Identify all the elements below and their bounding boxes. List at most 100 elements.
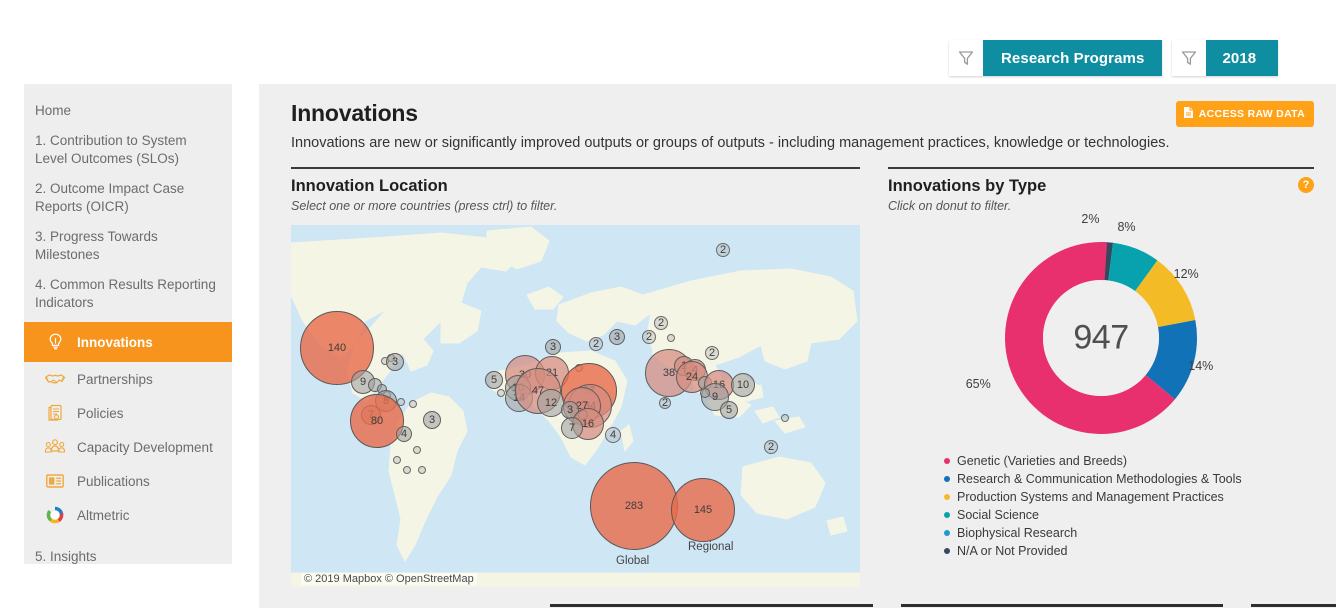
map-bubble-label: 2 bbox=[658, 318, 664, 329]
map-bubble[interactable]: 2 bbox=[705, 346, 719, 360]
sidebar-item-oicr[interactable]: 2. Outcome Impact Case Reports (OICR) bbox=[24, 174, 232, 222]
dashboard-page: Research Programs 2018 Home 1. Contribut… bbox=[0, 0, 1336, 608]
map-bubble[interactable] bbox=[781, 414, 789, 422]
legend-color-dot bbox=[944, 458, 950, 464]
sidebar-item-partnerships[interactable]: Partnerships bbox=[24, 362, 232, 396]
filter-icon[interactable] bbox=[1172, 40, 1206, 76]
innovation-location-panel: Innovation Location Select one or more c… bbox=[291, 167, 860, 587]
map-bubble[interactable]: 3 bbox=[545, 339, 561, 355]
sidebar-item-home[interactable]: Home bbox=[24, 96, 232, 126]
map-bubble-label: 2 bbox=[709, 348, 715, 359]
legend-item[interactable]: Social Science bbox=[944, 508, 1314, 522]
legend-color-dot bbox=[944, 494, 950, 500]
map-bubble-label: 140 bbox=[328, 343, 346, 354]
legend-item[interactable]: Research & Communication Methodologies &… bbox=[944, 472, 1314, 486]
donut-percent-label: 65% bbox=[966, 377, 991, 391]
filter-year[interactable]: 2018 bbox=[1172, 40, 1278, 76]
legend-color-dot bbox=[944, 476, 950, 482]
legend-color-dot bbox=[944, 548, 950, 554]
map-bubble[interactable] bbox=[418, 466, 426, 474]
bottom-divider-2 bbox=[901, 604, 1224, 608]
map-bubble[interactable]: 80 bbox=[350, 394, 404, 448]
access-raw-data-button[interactable]: ACCESS RAW DATA bbox=[1176, 101, 1314, 127]
map-bubble[interactable] bbox=[409, 400, 417, 408]
publication-icon bbox=[44, 471, 66, 491]
map-bubble[interactable] bbox=[413, 446, 421, 454]
map-bubble[interactable]: 3 bbox=[386, 353, 404, 371]
map-bubble-label: 3 bbox=[392, 357, 398, 368]
map-bubble-label: 2 bbox=[646, 332, 652, 343]
map-bubble[interactable]: 2 bbox=[764, 440, 778, 454]
legend-label: Social Science bbox=[957, 508, 1039, 522]
map-bubble[interactable] bbox=[497, 389, 505, 397]
legend-item[interactable]: N/A or Not Provided bbox=[944, 544, 1314, 558]
map-bubble[interactable]: 2 bbox=[642, 330, 656, 344]
donut-legend: Genetic (Varieties and Breeds) Research &… bbox=[888, 454, 1314, 558]
map-bubble[interactable]: 5 bbox=[720, 401, 738, 419]
map-bubble[interactable]: 145 bbox=[671, 478, 735, 542]
legend-color-dot bbox=[944, 530, 950, 536]
sidebar-item-slo[interactable]: 1. Contribution to System Level Outcomes… bbox=[24, 126, 232, 174]
sidebar-item-policies[interactable]: Policies bbox=[24, 396, 232, 430]
sidebar-item-capacity-development[interactable]: Capacity Development bbox=[24, 430, 232, 464]
altmetric-donut-icon bbox=[44, 505, 66, 525]
sidebar-item-innovations-label: Innovations bbox=[77, 335, 153, 350]
map-bubble[interactable]: 4 bbox=[396, 426, 412, 442]
map-bubble[interactable]: 2 bbox=[654, 316, 668, 330]
map-bubble[interactable] bbox=[393, 456, 401, 464]
map-bubble[interactable]: 2 bbox=[659, 397, 671, 409]
legend-label: Genetic (Varieties and Breeds) bbox=[957, 454, 1127, 468]
legend-label: Production Systems and Management Practi… bbox=[957, 490, 1224, 504]
sidebar-item-milestones[interactable]: 3. Progress Towards Milestones bbox=[24, 222, 232, 270]
map-bubble-label: 16 bbox=[582, 419, 594, 430]
map-bubble-label: 4 bbox=[610, 430, 616, 441]
map-bubble[interactable]: 2 bbox=[589, 337, 603, 351]
map-bubble[interactable]: 10 bbox=[731, 373, 755, 397]
map-bubble[interactable]: 7 bbox=[561, 417, 583, 439]
main-content: Innovations Innovations are new or signi… bbox=[259, 84, 1336, 608]
sidebar-item-altmetric[interactable]: Altmetric bbox=[24, 498, 232, 532]
legend-color-dot bbox=[944, 512, 950, 518]
filter-bar: Research Programs 2018 bbox=[949, 40, 1278, 76]
map-bubble[interactable]: 3 bbox=[609, 329, 625, 345]
map-panel-header: Innovation Location Select one or more c… bbox=[291, 169, 860, 213]
map-bubble[interactable]: 283 bbox=[590, 462, 678, 550]
filter-research-programs[interactable]: Research Programs bbox=[949, 40, 1162, 76]
sidebar-item-publications[interactable]: Publications bbox=[24, 464, 232, 498]
map-bubble[interactable]: 4 bbox=[605, 427, 621, 443]
sidebar-item-innovations[interactable]: Innovations bbox=[24, 322, 232, 362]
map-bubble[interactable] bbox=[397, 398, 405, 406]
map-bubble-label: 2 bbox=[720, 245, 726, 256]
map-bubble[interactable]: 2 bbox=[716, 243, 730, 257]
file-icon bbox=[1183, 106, 1194, 122]
map-bubble[interactable] bbox=[667, 334, 675, 342]
legend-item[interactable]: Biophysical Research bbox=[944, 526, 1314, 540]
bottom-divider-1 bbox=[550, 604, 873, 608]
sidebar-top-group: Home 1. Contribution to System Level Out… bbox=[24, 84, 232, 322]
sidebar-item-indicators[interactable]: 4. Common Results Reporting Indicators bbox=[24, 270, 232, 318]
legend-item[interactable]: Production Systems and Management Practi… bbox=[944, 490, 1314, 504]
filter-icon[interactable] bbox=[949, 40, 983, 76]
panels-row: Innovation Location Select one or more c… bbox=[259, 151, 1336, 587]
filter-year-value[interactable]: 2018 bbox=[1206, 40, 1278, 76]
legend-label: Research & Communication Methodologies &… bbox=[957, 472, 1242, 486]
sidebar-item-insights[interactable]: 5. Insights bbox=[24, 542, 232, 572]
legend-item[interactable]: Genetic (Varieties and Breeds) bbox=[944, 454, 1314, 468]
legend-label: N/A or Not Provided bbox=[957, 544, 1067, 558]
map-bubble[interactable]: 3 bbox=[423, 411, 441, 429]
handshake-icon bbox=[44, 369, 66, 389]
map-bubble-caption: Regional bbox=[688, 541, 733, 553]
help-icon[interactable]: ? bbox=[1298, 177, 1314, 193]
page-title: Innovations bbox=[291, 100, 1314, 127]
map-bubble-label: 38 bbox=[663, 368, 675, 379]
map-bubble[interactable] bbox=[700, 388, 710, 398]
sidebar-item-partnerships-label: Partnerships bbox=[77, 372, 153, 387]
map-bubble[interactable] bbox=[403, 466, 411, 474]
donut-center-total: 947 bbox=[1073, 319, 1128, 358]
world-map[interactable]: 1409387804322322323021101447125573427316… bbox=[291, 225, 860, 587]
donut-chart[interactable]: 947 2%8%12%14%65% bbox=[888, 231, 1314, 446]
map-bubble-label: 2 bbox=[662, 398, 668, 409]
map-bubble[interactable]: 5 bbox=[485, 371, 503, 389]
map-bubble-label: 9 bbox=[712, 392, 718, 403]
filter-research-programs-value[interactable]: Research Programs bbox=[983, 40, 1162, 76]
